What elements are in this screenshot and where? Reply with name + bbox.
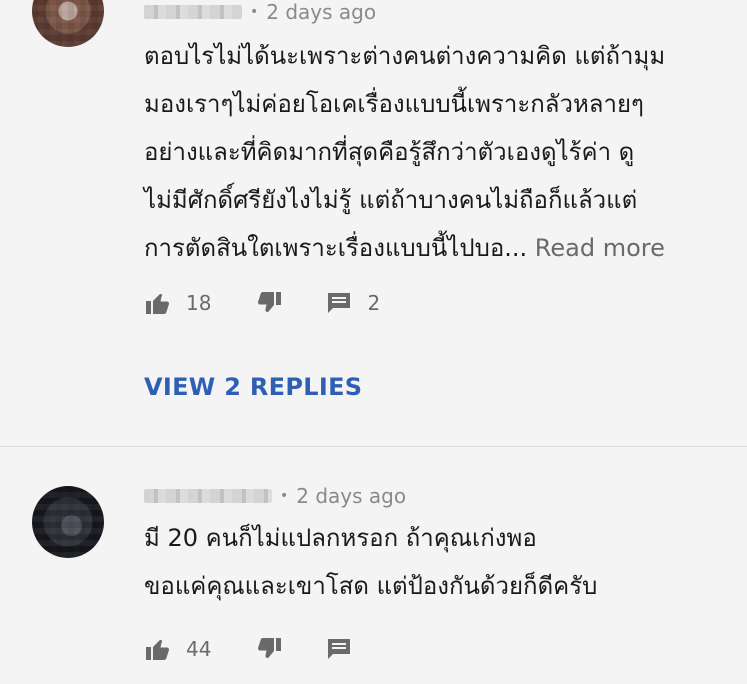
reply-count: 2 [367,291,381,315]
comment-body: มี 20 คนก็ไม่แปลกหรอก ถ้าคุณเก่งพอ ขอแค่… [144,524,598,600]
separator-dot: • [280,488,289,504]
comment-divider [0,446,747,447]
thumbs-down-icon[interactable] [255,290,283,316]
comment-icon[interactable] [325,636,353,662]
comment-meta: • 2 days ago [144,482,406,510]
comment-text: มี 20 คนก็ไม่แปลกหรอก ถ้าคุณเก่งพอ ขอแค่… [144,514,707,610]
avatar[interactable] [32,0,104,47]
separator-dot: • [250,4,259,20]
thumbs-down-icon[interactable] [255,636,283,662]
read-more-link[interactable]: Read more [535,234,665,262]
comment-timestamp: 2 days ago [266,0,377,24]
comment-meta: • 2 days ago [144,0,376,26]
comment-text: ตอบไรไม่ได้นะเพราะต่างคนต่างความคิด แต่ถ… [144,32,707,272]
avatar[interactable] [32,486,104,558]
like-count: 44 [186,637,212,661]
comment-body: ตอบไรไม่ได้นะเพราะต่างคนต่างความคิด แต่ถ… [144,42,666,262]
like-count: 18 [186,291,212,315]
comment-icon[interactable] [325,290,353,316]
view-replies-button[interactable]: VIEW 2 REPLIES [144,373,362,401]
blurred-username[interactable] [144,5,242,19]
comment-actions: 44 [144,634,353,664]
comment-actions: 18 2 [144,288,380,318]
thumbs-up-icon[interactable] [144,636,172,662]
thumbs-up-icon[interactable] [144,290,172,316]
comment-timestamp: 2 days ago [296,484,407,508]
blurred-username[interactable] [144,489,272,503]
